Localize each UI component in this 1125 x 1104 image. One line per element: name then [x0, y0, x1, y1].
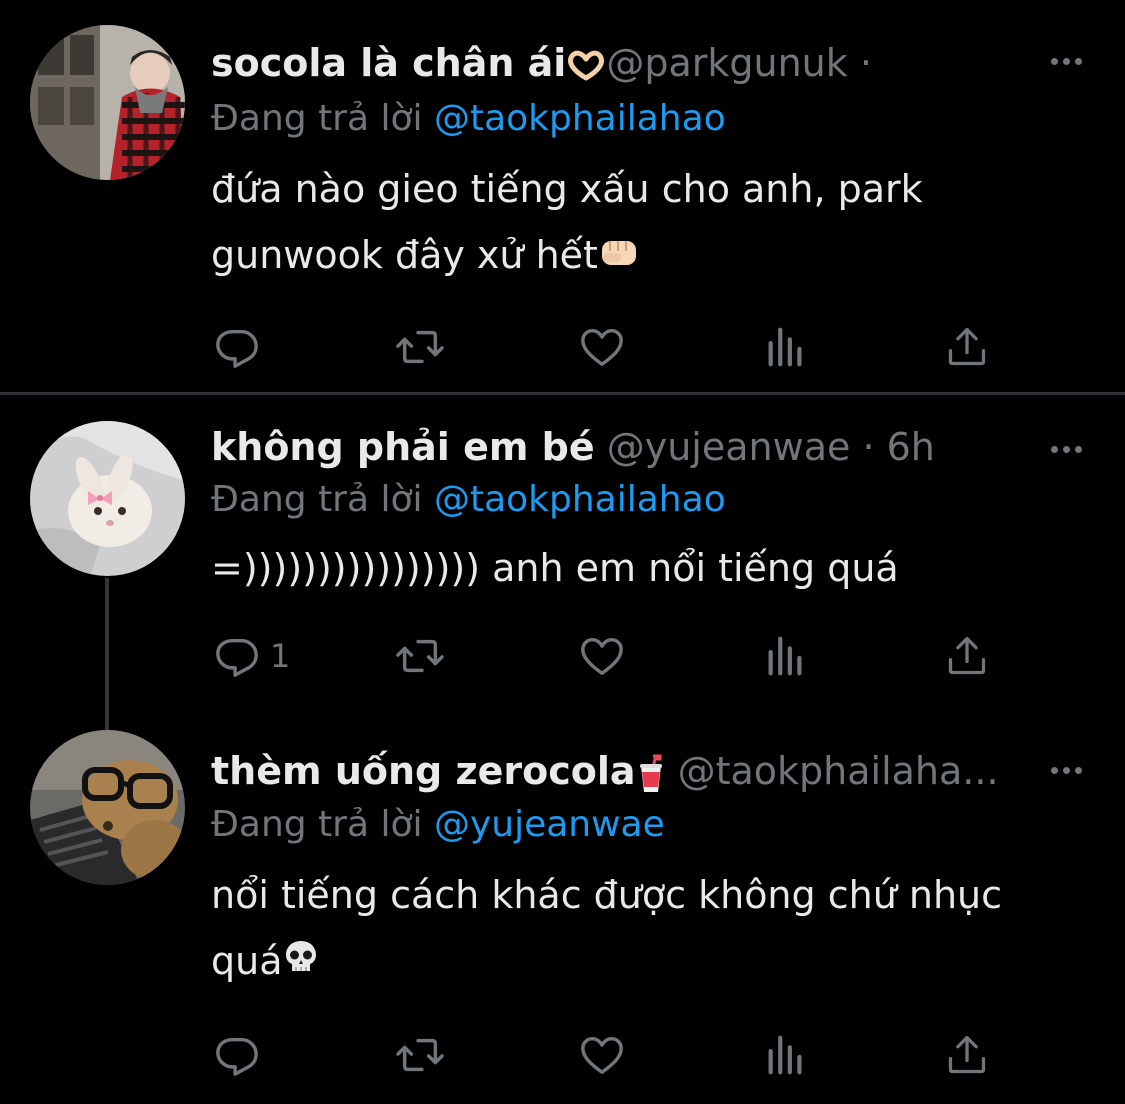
- tweet[interactable]: không phải em bé @yujeanwae · 6h Đang tr…: [0, 396, 1125, 708]
- views-button[interactable]: [764, 322, 808, 372]
- tweet-text-content: nổi tiếng cách khác được không chứ nhục …: [211, 873, 1003, 983]
- reply-prefix: Đang trả lời: [211, 98, 434, 139]
- handle[interactable]: @taokphailaha...: [678, 749, 999, 793]
- tweet-actions: 1: [211, 631, 1011, 681]
- avatar-photo: [30, 25, 185, 180]
- separator: ·: [847, 41, 872, 85]
- reply-icon: [216, 638, 258, 677]
- tweet-header: không phải em bé @yujeanwae · 6h: [211, 424, 1005, 470]
- retweet-icon: [396, 639, 444, 673]
- reply-button[interactable]: 1: [214, 631, 290, 681]
- like-icon: [581, 637, 623, 675]
- like-button[interactable]: [578, 322, 626, 372]
- display-name[interactable]: thèm uống zerocola: [211, 749, 636, 793]
- tweet-text: đứa nào gieo tiếng xấu cho anh, park gun…: [211, 156, 1065, 288]
- avatar[interactable]: [30, 25, 185, 180]
- tweet-text-content: đứa nào gieo tiếng xấu cho anh, park gun…: [211, 167, 923, 277]
- reply-icon: [216, 1037, 258, 1076]
- handle[interactable]: @yujeanwae: [607, 425, 851, 469]
- reply-button[interactable]: [214, 1030, 270, 1080]
- avatar-photo: [30, 421, 185, 576]
- retweet-button[interactable]: [395, 631, 445, 681]
- reply-icon: [216, 329, 258, 368]
- share-button[interactable]: [945, 1030, 989, 1080]
- reply-prefix: Đang trả lời: [211, 479, 434, 520]
- like-button[interactable]: [578, 631, 626, 681]
- retweet-button[interactable]: [395, 1030, 445, 1080]
- avatar[interactable]: [30, 730, 185, 885]
- views-button[interactable]: [764, 631, 808, 681]
- like-button[interactable]: [578, 1030, 626, 1080]
- more-icon[interactable]: [1047, 50, 1087, 70]
- views-icon: [768, 1035, 802, 1075]
- more-icon[interactable]: [1047, 759, 1087, 779]
- tweet-header: thèm uống zerocola @taokphailaha...: [211, 748, 1005, 794]
- tweet-text: =)))))))))))))))) anh em nổi tiếng quá: [211, 546, 899, 590]
- reply-mention-link[interactable]: @taokphailahao: [434, 479, 726, 520]
- cup-with-straw-emoji: [639, 754, 662, 792]
- tweet[interactable]: socola là chân ái @parkgunuk · Đang trả …: [0, 0, 1125, 392]
- display-name[interactable]: không phải em bé: [211, 425, 595, 469]
- share-icon: [948, 1035, 986, 1074]
- tweet-actions: [211, 1030, 1011, 1080]
- separator: ·: [850, 425, 887, 469]
- reply-count: 1: [270, 637, 291, 675]
- views-icon: [768, 327, 802, 367]
- tweet-header: socola là chân ái @parkgunuk ·: [211, 40, 1005, 86]
- reply-mention-link[interactable]: @yujeanwae: [434, 804, 665, 845]
- handle[interactable]: @parkgunuk: [606, 41, 847, 85]
- reply-button[interactable]: [214, 322, 270, 372]
- tweet-divider: [0, 392, 1125, 395]
- like-icon: [581, 1036, 623, 1074]
- heart-hands-emoji: [568, 50, 605, 80]
- share-button[interactable]: [945, 631, 989, 681]
- views-icon: [768, 636, 802, 676]
- skull-emoji: [285, 940, 316, 971]
- like-icon: [581, 328, 623, 366]
- retweet-icon: [396, 1038, 444, 1072]
- reply-context: Đang trả lời @taokphailahao: [211, 97, 726, 141]
- retweet-button[interactable]: [395, 322, 445, 372]
- tweet[interactable]: thèm uống zerocola @taokphailaha... Đang…: [0, 708, 1125, 1104]
- avatar[interactable]: [30, 421, 185, 576]
- views-button[interactable]: [764, 1030, 808, 1080]
- timestamp[interactable]: 6h: [887, 425, 935, 469]
- display-name[interactable]: socola là chân ái: [211, 41, 566, 85]
- reply-context: Đang trả lời @taokphailahao: [211, 478, 726, 522]
- reply-prefix: Đang trả lời: [211, 804, 434, 845]
- avatar-photo: [30, 730, 185, 885]
- retweet-icon: [396, 330, 444, 364]
- reply-mention-link[interactable]: @taokphailahao: [434, 98, 726, 139]
- fist-emoji: [601, 240, 636, 265]
- share-icon: [948, 636, 986, 675]
- tweet-actions: [211, 322, 1011, 372]
- share-button[interactable]: [945, 322, 989, 372]
- more-icon[interactable]: [1047, 438, 1087, 458]
- tweet-text: nổi tiếng cách khác được không chứ nhục …: [211, 862, 1065, 994]
- reply-context: Đang trả lời @yujeanwae: [211, 803, 665, 847]
- share-icon: [948, 327, 986, 366]
